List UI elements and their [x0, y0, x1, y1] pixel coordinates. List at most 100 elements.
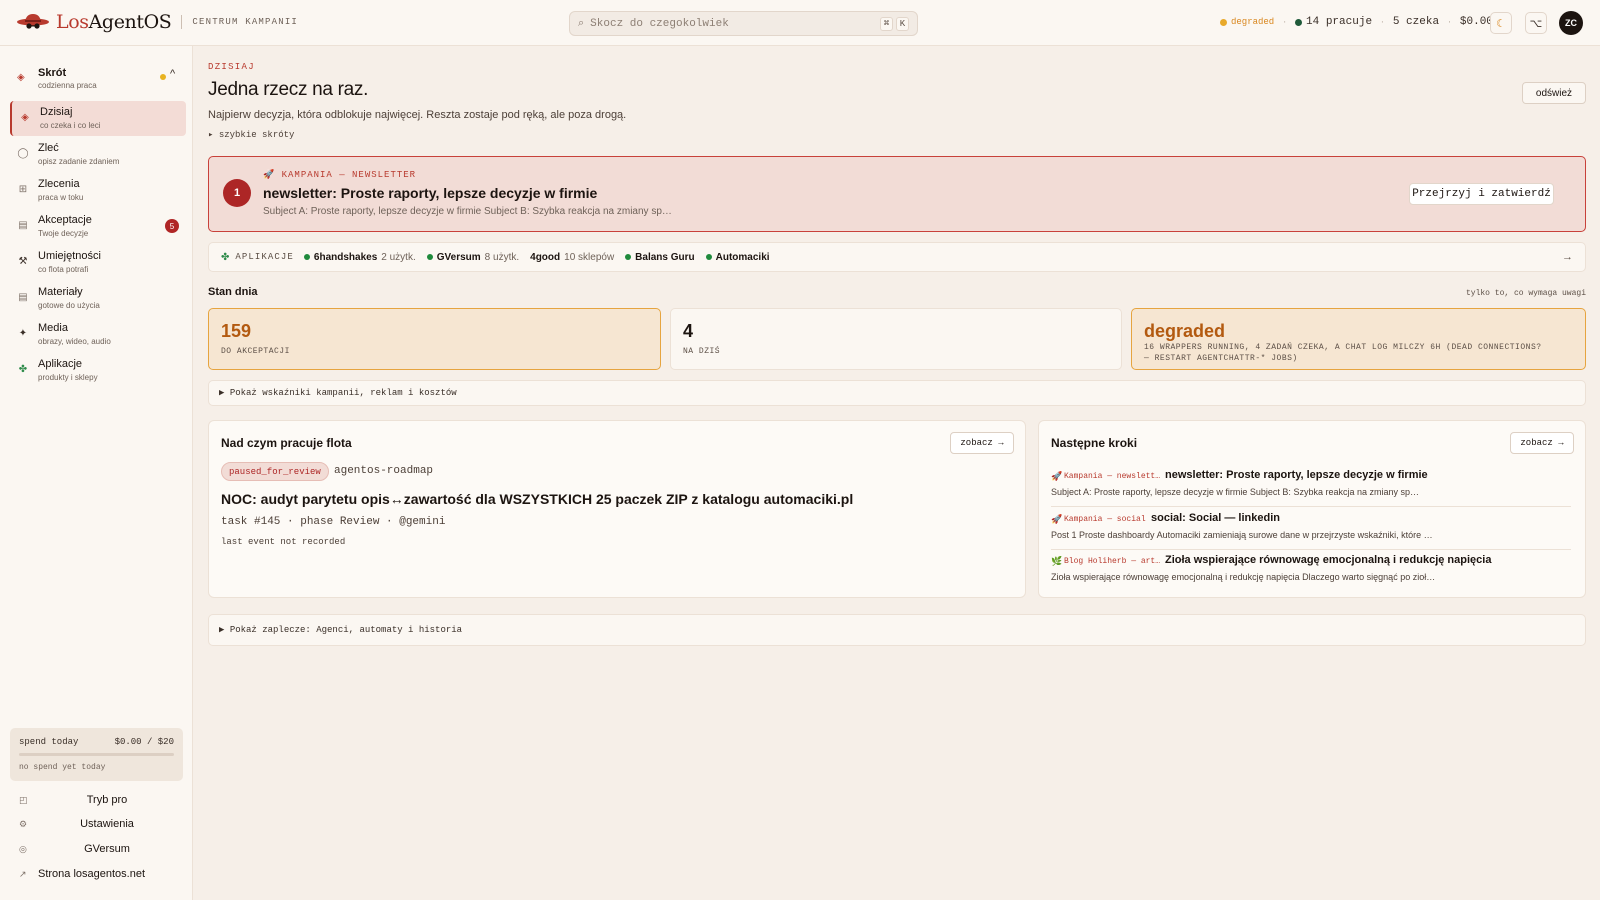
apps-strip[interactable]: ✤ APLIKACJE 6handshakes 2 użytk. GVersum 8… — [208, 242, 1586, 272]
brand-divider — [181, 15, 183, 29]
app-4good[interactable]: 4good 10 sklepów — [530, 252, 614, 263]
step-tag: Kampania — newsletter — [1064, 472, 1161, 481]
sidebar-item-sub: gotowe do użycia — [38, 301, 100, 310]
divider — [1051, 549, 1571, 550]
footer-item-tryb-pro[interactable]: ◰ Tryb pro — [0, 790, 193, 812]
working-dot-icon — [1295, 18, 1303, 26]
sidebar-item-label: Zleć — [38, 142, 59, 154]
sidebar-item-label: Zlecenia — [38, 178, 80, 190]
rocket-icon: 🚀 — [263, 170, 276, 180]
divider — [1051, 506, 1571, 507]
chevron-up-icon[interactable]: ^ — [170, 68, 175, 80]
task-title[interactable]: NOC: audyt parytetu opis↔zawartość dla W… — [221, 491, 853, 507]
sidebar-item-umiejetnosci[interactable]: ⚒ Umiejętności co flota potrafi — [10, 245, 186, 280]
app-gversum[interactable]: GVersum 8 użytk. — [426, 252, 519, 263]
sparkle-icon: ✦ — [18, 328, 28, 339]
sidebar-item-sub: obrazy, wideo, audio — [38, 337, 111, 346]
review-approve-button[interactable]: Przejrzyj i zatwierdź — [1409, 183, 1554, 205]
spend-card: spend today $0.00 / $20 no spend yet tod… — [10, 728, 183, 781]
sidebar-item-materialy[interactable]: ▤ Materiały gotowe do użycia — [10, 281, 186, 316]
sidebar-item-zlecenia[interactable]: ⊞ Zlecenia praca w toku — [10, 173, 186, 208]
status-working[interactable]: 14 pracuje — [1295, 16, 1372, 28]
sidebar-item-sub: Twoje decyzje — [38, 229, 89, 238]
next-steps-view-button[interactable]: zobacz → — [1510, 432, 1574, 454]
theme-toggle-button[interactable]: ☾ — [1490, 12, 1512, 34]
avatar[interactable]: ZC — [1559, 11, 1583, 35]
next-step-item[interactable]: 🌿 Blog Holiherb — artykuł Zioła wspieraj… — [1051, 554, 1571, 596]
sidebar-item-media[interactable]: ✦ Media obrazy, wideo, audio — [10, 317, 186, 352]
day-status-note: tylko to, co wymaga uwagi — [1465, 289, 1586, 298]
page-eyebrow: DZISIAJ — [208, 62, 255, 72]
spend-progress — [19, 753, 174, 756]
search-icon: ⌕ — [578, 17, 585, 29]
status-degraded[interactable]: degraded — [1220, 17, 1274, 27]
shortcut-button[interactable]: ⌥ — [1525, 12, 1547, 34]
priority-decision-card[interactable]: 1 🚀 KAMPANIA — NEWSLETTER newsletter: Pr… — [208, 156, 1586, 232]
status-dot-icon — [426, 254, 433, 260]
diamond-icon: ◈ — [21, 112, 29, 123]
sidebar-item-label: Dzisiaj — [40, 106, 73, 118]
status-dot-icon — [303, 254, 310, 260]
next-step-item[interactable]: 🚀 Kampania — social social: Social — lin… — [1051, 512, 1571, 554]
repo-name[interactable]: agentos-roadmap — [334, 465, 433, 477]
stat-value: 4 — [683, 321, 694, 341]
app-6handshakes[interactable]: 6handshakes 2 użytk. — [303, 252, 416, 263]
step-title: Zioła wspierające równowagę emocjonalną … — [1165, 554, 1492, 566]
stat-card-approvals[interactable]: 159 DO AKCEPTACJI — [208, 308, 661, 370]
brand[interactable]: LosAgentOS CENTRUM KAMPANII — [16, 11, 298, 33]
kbd-cmd: ⌘ — [880, 16, 893, 31]
footer-item-label: Tryb pro — [86, 794, 128, 806]
count-badge: 5 — [165, 219, 179, 233]
sidebar-item-label: Aplikacje — [38, 358, 83, 370]
rocket-icon: 🚀 — [1051, 514, 1063, 524]
sidebar-section-sub: codzienna praca — [38, 81, 97, 90]
footer-item-label: Ustawienia — [80, 818, 134, 830]
sidebar-item-dzisiaj[interactable]: ◈ Dzisiaj co czeka i co leci — [10, 101, 186, 136]
sidebar-item-zlec[interactable]: ◯ Zleć opisz zadanie zdaniem — [10, 137, 186, 172]
arrow-right-icon[interactable]: → — [1562, 251, 1573, 263]
next-steps-title: Następne kroki — [1051, 436, 1138, 450]
sidebar-section-title: Skrót — [38, 67, 67, 79]
footer-item-label: GVersum — [84, 843, 130, 855]
square-icon: ▤ — [18, 292, 28, 303]
next-step-item[interactable]: 🚀 Kampania — newsletter newsletter: Pros… — [1051, 469, 1571, 511]
status-dot-icon — [160, 74, 166, 80]
stat-card-today[interactable]: 4 NA DZIŚ — [670, 308, 1122, 370]
footer-item-ustawienia[interactable]: ⚙ Ustawienia — [0, 814, 193, 836]
section-label: CENTRUM KAMPANII — [192, 17, 299, 27]
app-balans-guru[interactable]: Balans Guru — [625, 252, 695, 263]
rocket-icon: 🚀 — [1051, 471, 1063, 481]
sidebar-item-sub: praca w toku — [38, 193, 84, 202]
backend-disclosure[interactable]: ▶ Pokaż zaplecze: Agenci, automaty i his… — [208, 614, 1586, 646]
metrics-disclosure[interactable]: ▶ Pokaż wskaźniki kampanii, reklam i kos… — [208, 380, 1586, 406]
stat-card-health[interactable]: degraded 16 WRAPPERS RUNNING, 4 ZADAŃ CZ… — [1131, 308, 1586, 370]
day-status-title: Stan dnia — [208, 286, 258, 298]
step-desc: Subject A: Proste raporty, lepsze decyzj… — [1051, 487, 1419, 497]
step-desc: Zioła wspierające równowagę emocjonalną … — [1051, 572, 1436, 582]
task-last-event: last event not recorded — [221, 537, 346, 547]
refresh-button[interactable]: odśwież — [1522, 82, 1586, 104]
status-waiting[interactable]: 5 czeka — [1393, 16, 1439, 28]
step-title: newsletter: Proste raporty, lepsze decyz… — [1165, 469, 1428, 481]
stat-label: DO AKCEPTACJI — [221, 347, 290, 356]
fleet-view-button[interactable]: zobacz → — [950, 432, 1014, 454]
decision-desc: Subject A: Proste raporty, lepsze decyzj… — [263, 206, 672, 217]
sidebar-item-label: Umiejętności — [38, 250, 101, 262]
step-tag: Kampania — social — [1064, 515, 1146, 524]
sidebar-item-sub: co flota potrafi — [38, 265, 89, 274]
sidebar-item-aplikacje[interactable]: ✤ Aplikacje produkty i sklepy — [10, 353, 186, 388]
decision-title: newsletter: Proste raporty, lepsze decyz… — [263, 185, 598, 201]
quick-shortcuts-toggle[interactable]: ▸ szybkie skróty — [208, 130, 294, 140]
sidebar-item-label: Media — [38, 322, 68, 334]
footer-item-website[interactable]: ↗ Strona losagentos.net — [0, 864, 193, 886]
brand-name: LosAgentOS — [56, 11, 172, 33]
circle-icon: ◯ — [17, 148, 29, 159]
sidebar-item-sub: opisz zadanie zdaniem — [38, 157, 120, 166]
campaign-tag: 🚀 KAMPANIA — NEWSLETTER — [263, 170, 417, 180]
search-input[interactable]: ⌕ Skocz do czegokolwiek ⌘ K — [569, 11, 918, 36]
diamond-icon: ◈ — [17, 72, 25, 83]
sidebar-item-akceptacje[interactable]: ▤ Akceptacje Twoje decyzje 5 — [10, 209, 186, 244]
app-automaciki[interactable]: Automaciki — [705, 252, 770, 263]
sidebar-item-label: Materiały — [38, 286, 83, 298]
footer-item-gversum[interactable]: ◎ GVersum — [0, 839, 193, 861]
